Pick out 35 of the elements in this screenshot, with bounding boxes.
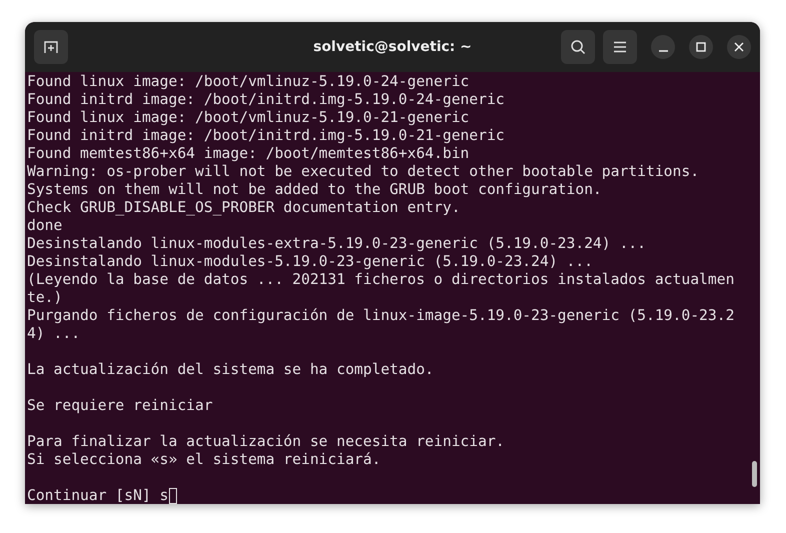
maximize-button[interactable] — [689, 35, 713, 59]
terminal-line: Found linux image: /boot/vmlinuz-5.19.0-24-generic — [27, 73, 470, 91]
terminal-line: Check GRUB_DISABLE_OS_PROBER documentation entry. — [27, 199, 462, 217]
terminal-line: Found initrd image: /boot/initrd.img-5.19.0-21-generic — [27, 127, 506, 145]
window-title: solvetic@solvetic: ~ — [313, 39, 472, 55]
new-tab-icon — [43, 39, 59, 55]
terminal-line: Para finalizar la actualización se necesita reiniciar. — [27, 433, 506, 451]
search-icon — [570, 39, 586, 55]
menu-icon — [613, 41, 627, 53]
minimize-button[interactable] — [651, 35, 675, 59]
terminal-line: (Leyendo la base de datos ... 202131 ficheros o directorios instalados actualmen — [27, 271, 736, 289]
terminal-prompt: Continuar [sN] s — [27, 487, 168, 504]
terminal-line: Se requiere reiniciar — [27, 397, 214, 415]
terminal-line: Warning: os-prober will not be executed to detect other bootable partitions. — [27, 163, 700, 181]
terminal-line: Systems on them will not be added to the GRUB boot configuration. — [27, 181, 603, 199]
close-button[interactable] — [727, 35, 751, 59]
terminal-line: te.) — [27, 289, 64, 307]
terminal-line: Purgando ficheros de configuración de linux-image-5.19.0-23-generic (5.19.0-23.2 — [27, 307, 736, 325]
terminal-line: Found linux image: /boot/vmlinuz-5.19.0-21-generic — [27, 109, 470, 127]
terminal-line: La actualización del sistema se ha completado. — [27, 361, 435, 379]
terminal-line: Desinstalando linux-modules-5.19.0-23-generic (5.19.0-23.24) ... — [27, 253, 594, 271]
text-cursor — [169, 488, 178, 504]
terminal-line: Si selecciona «s» el sistema reiniciará. — [27, 451, 382, 469]
minimize-icon — [658, 50, 668, 52]
close-icon — [734, 42, 744, 52]
menu-button[interactable] — [603, 30, 637, 64]
search-button[interactable] — [561, 30, 595, 64]
maximize-icon — [696, 42, 706, 52]
terminal-line: Found initrd image: /boot/initrd.img-5.19.0-24-generic — [27, 91, 506, 109]
scrollbar-thumb[interactable] — [752, 461, 757, 487]
terminal-line: done — [27, 217, 64, 235]
new-tab-button[interactable] — [34, 30, 68, 64]
terminal-line: Found memtest86+x64 image: /boot/memtest86+x64.bin — [27, 145, 470, 163]
terminal-line: Desinstalando linux-modules-extra-5.19.0-23-generic (5.19.0-23.24) ... — [27, 235, 647, 253]
terminal-line: 4) ... — [27, 325, 82, 343]
